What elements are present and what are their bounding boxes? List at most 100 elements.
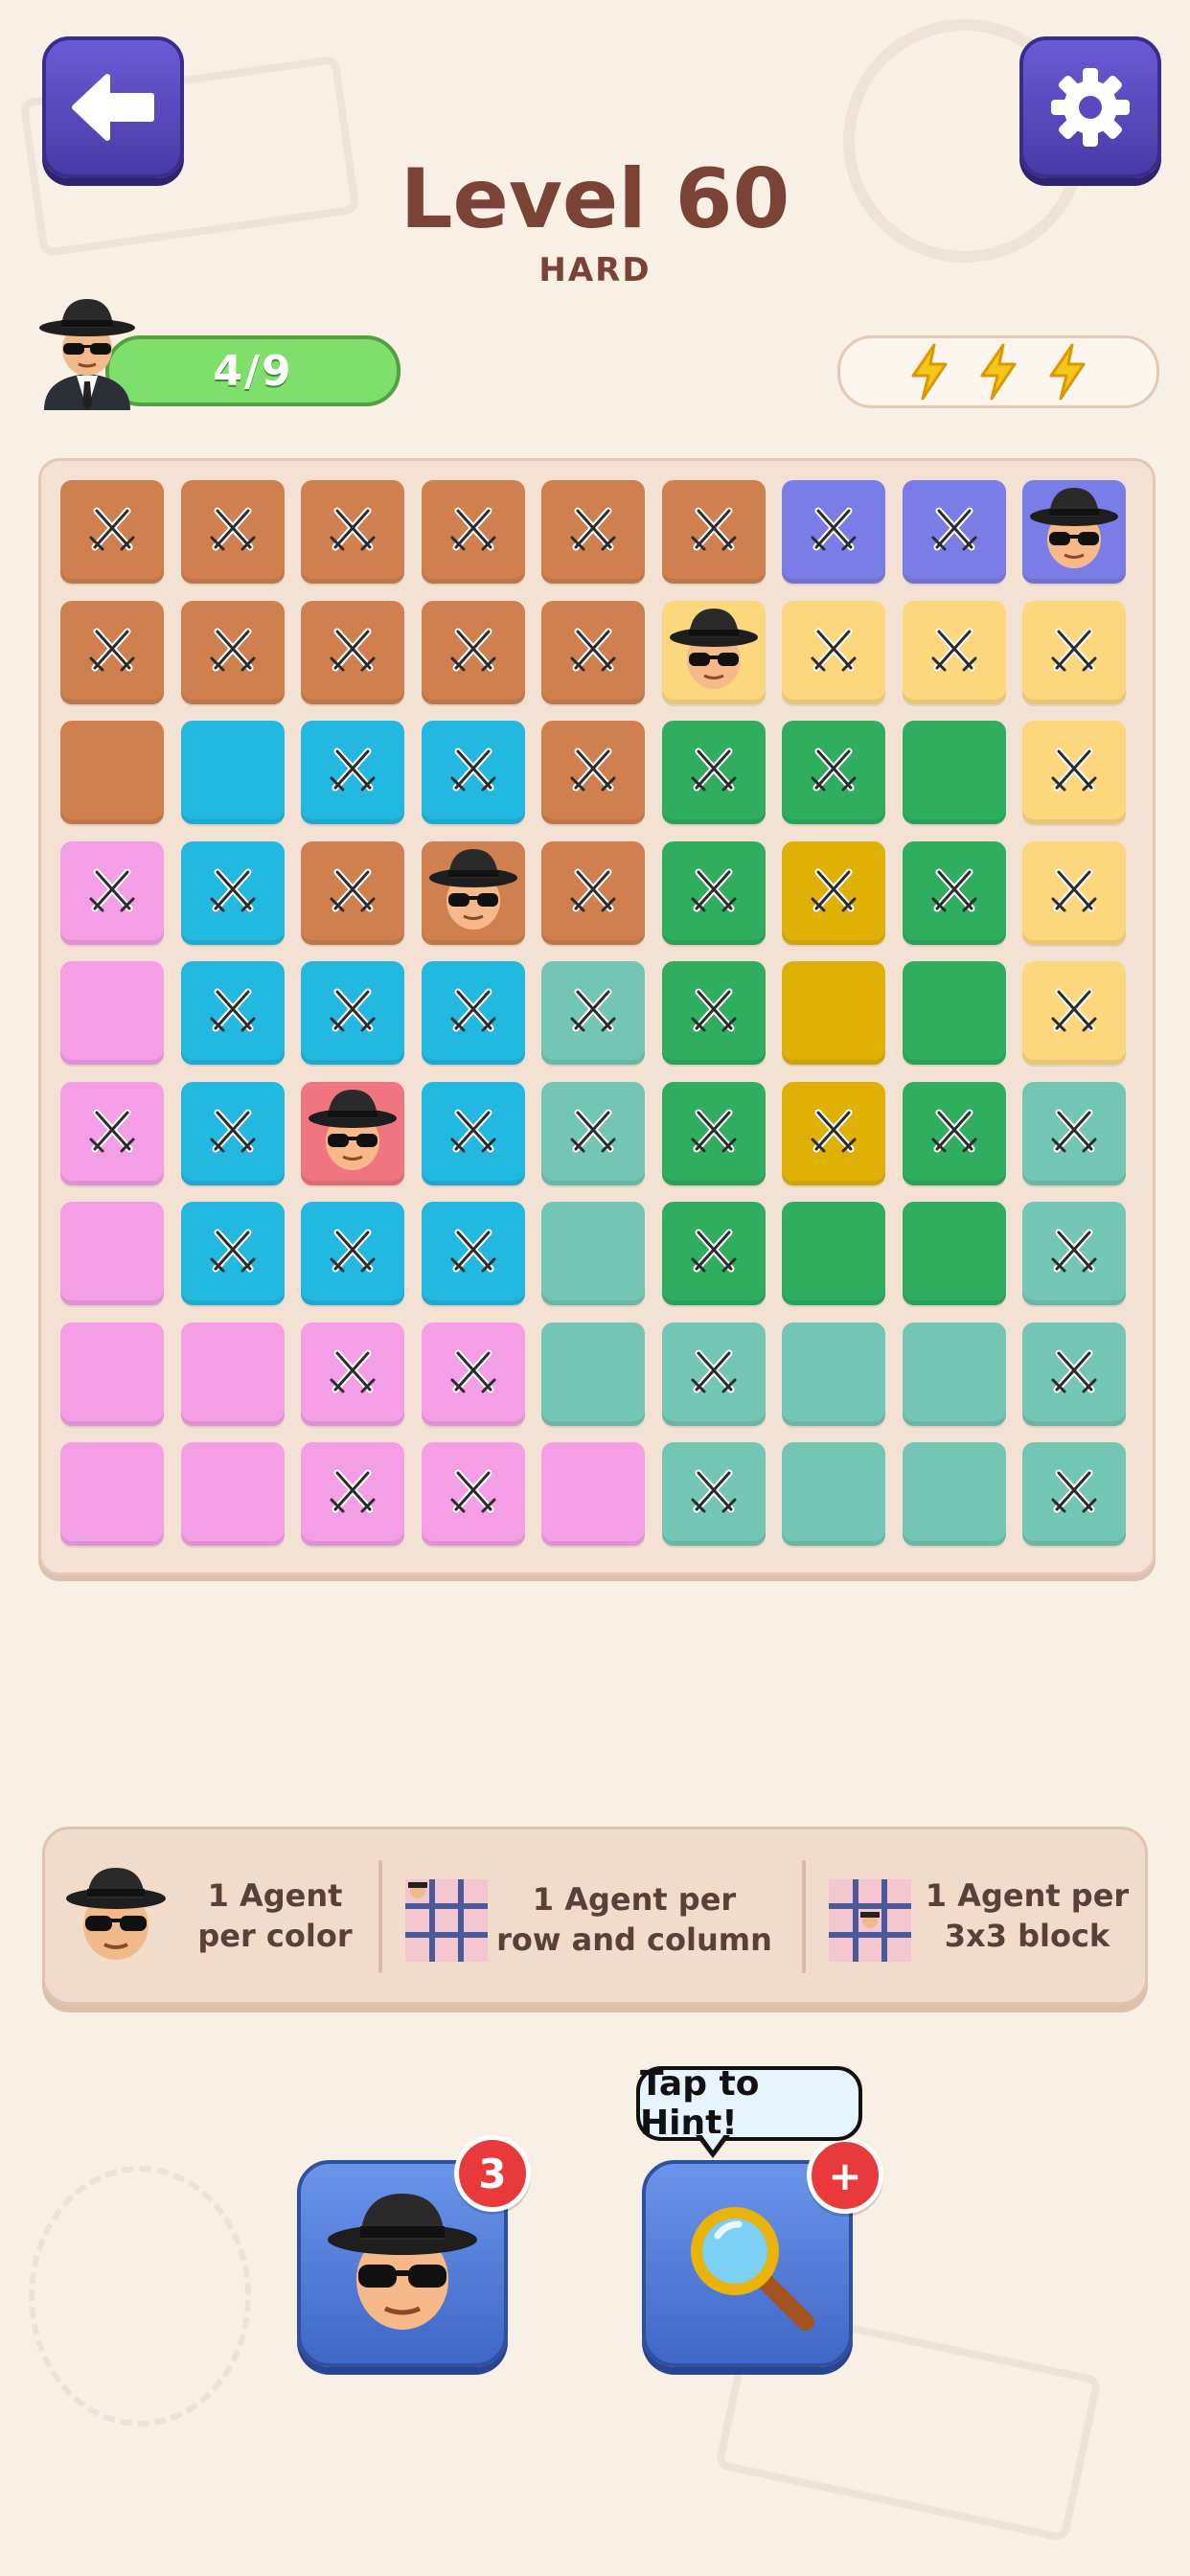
grid-cell[interactable] bbox=[301, 1202, 404, 1305]
grid-cell[interactable] bbox=[1022, 961, 1126, 1065]
grid-cell[interactable] bbox=[421, 721, 525, 824]
grid-cell[interactable] bbox=[661, 480, 766, 584]
gear-icon bbox=[1051, 68, 1130, 147]
grid-cell[interactable] bbox=[180, 480, 285, 584]
grid-cell[interactable] bbox=[301, 1081, 404, 1185]
grid-cell[interactable] bbox=[1022, 1081, 1126, 1185]
agent-icon bbox=[328, 2194, 477, 2330]
grid-cell[interactable] bbox=[661, 840, 766, 945]
grid-cell[interactable] bbox=[301, 1442, 404, 1546]
grid-cell[interactable] bbox=[60, 600, 164, 704]
grid-cell[interactable] bbox=[902, 1202, 1006, 1305]
grid-cell[interactable] bbox=[541, 721, 645, 824]
grid-cell[interactable] bbox=[421, 1322, 525, 1426]
grid-cell[interactable] bbox=[782, 840, 885, 945]
hint-tooltip: Tap to Hint! bbox=[636, 2064, 862, 2143]
grid-cell[interactable] bbox=[180, 1442, 285, 1546]
grid-cell[interactable] bbox=[902, 1442, 1006, 1546]
grid-cell[interactable] bbox=[180, 1081, 285, 1185]
grid-cell[interactable] bbox=[421, 480, 525, 584]
grid-cell[interactable] bbox=[421, 840, 525, 945]
crossed-swords-icon bbox=[683, 1461, 744, 1527]
grid-cell[interactable] bbox=[1022, 840, 1126, 945]
grid-cell[interactable] bbox=[661, 1322, 766, 1426]
grid-cell[interactable] bbox=[421, 1081, 525, 1185]
rule-line: 1 Agent bbox=[207, 1877, 343, 1914]
grid-cell[interactable] bbox=[541, 961, 645, 1065]
grid-cell[interactable] bbox=[180, 961, 285, 1065]
grid-cell[interactable] bbox=[1022, 600, 1126, 704]
grid-cell[interactable] bbox=[902, 721, 1006, 824]
grid-cell[interactable] bbox=[301, 840, 404, 945]
grid-cell[interactable] bbox=[60, 1322, 164, 1426]
grid-cell[interactable] bbox=[60, 1442, 164, 1546]
grid-cell[interactable] bbox=[661, 1202, 766, 1305]
grid-cell[interactable] bbox=[180, 600, 285, 704]
crossed-swords-icon bbox=[683, 861, 744, 926]
grid-cell[interactable] bbox=[421, 961, 525, 1065]
grid-cell[interactable] bbox=[60, 1202, 164, 1305]
grid-cell[interactable] bbox=[541, 840, 645, 945]
grid-cell[interactable] bbox=[661, 721, 766, 824]
grid-cell[interactable] bbox=[301, 1322, 404, 1426]
grid-cell[interactable] bbox=[421, 1442, 525, 1546]
grid-cell[interactable] bbox=[180, 721, 285, 824]
crossed-swords-icon bbox=[443, 740, 504, 805]
hint-tooltip-tail bbox=[700, 2133, 725, 2150]
grid-cell[interactable] bbox=[180, 1322, 285, 1426]
grid-cell[interactable] bbox=[1022, 721, 1126, 824]
grid-cell[interactable] bbox=[301, 961, 404, 1065]
grid-cell[interactable] bbox=[902, 961, 1006, 1065]
grid-cell[interactable] bbox=[60, 961, 164, 1065]
grid-cell[interactable] bbox=[60, 1081, 164, 1185]
grid-cell[interactable] bbox=[782, 1202, 885, 1305]
grid-cell[interactable] bbox=[902, 840, 1006, 945]
grid-cell[interactable] bbox=[301, 480, 404, 584]
grid-cell[interactable] bbox=[541, 1442, 645, 1546]
grid-cell[interactable] bbox=[782, 600, 885, 704]
grid-cell[interactable] bbox=[541, 1081, 645, 1185]
crossed-swords-icon bbox=[1043, 620, 1105, 685]
crossed-swords-icon bbox=[562, 980, 624, 1046]
grid-cell[interactable] bbox=[301, 600, 404, 704]
grid-cell[interactable] bbox=[782, 961, 885, 1065]
grid-cell[interactable] bbox=[902, 1322, 1006, 1426]
grid-cell[interactable] bbox=[661, 1081, 766, 1185]
lightning-icon bbox=[1049, 343, 1086, 401]
grid-cell[interactable] bbox=[1022, 1322, 1126, 1426]
crossed-swords-icon bbox=[924, 620, 985, 685]
grid-cell[interactable] bbox=[782, 1322, 885, 1426]
grid-cell[interactable] bbox=[301, 721, 404, 824]
crossed-swords-icon bbox=[683, 1342, 744, 1407]
grid-cell[interactable] bbox=[60, 480, 164, 584]
grid-cell[interactable] bbox=[782, 1081, 885, 1185]
grid-cell[interactable] bbox=[1022, 480, 1126, 584]
grid-cell[interactable] bbox=[180, 1202, 285, 1305]
hint-plus-badge[interactable]: + bbox=[807, 2137, 883, 2214]
crossed-swords-icon bbox=[322, 861, 383, 926]
crossed-swords-icon bbox=[202, 1101, 263, 1166]
grid-cell[interactable] bbox=[541, 1202, 645, 1305]
crossed-swords-icon bbox=[443, 980, 504, 1046]
grid-cell[interactable] bbox=[782, 480, 885, 584]
grid-cell[interactable] bbox=[661, 600, 766, 704]
grid-cell[interactable] bbox=[180, 840, 285, 945]
grid-cell[interactable] bbox=[661, 1442, 766, 1546]
grid-cell[interactable] bbox=[782, 721, 885, 824]
grid-cell[interactable] bbox=[60, 721, 164, 824]
grid-cell[interactable] bbox=[902, 1081, 1006, 1185]
grid-cell[interactable] bbox=[902, 480, 1006, 584]
grid-cell[interactable] bbox=[782, 1442, 885, 1546]
level-title: Level 60 bbox=[400, 151, 790, 247]
grid-cell[interactable] bbox=[1022, 1202, 1126, 1305]
grid-cell[interactable] bbox=[421, 600, 525, 704]
grid-cell[interactable] bbox=[902, 600, 1006, 704]
grid-cell[interactable] bbox=[541, 600, 645, 704]
grid-cell[interactable] bbox=[60, 840, 164, 945]
crossed-swords-icon bbox=[924, 1101, 985, 1166]
grid-cell[interactable] bbox=[541, 1322, 645, 1426]
grid-cell[interactable] bbox=[1022, 1442, 1126, 1546]
grid-cell[interactable] bbox=[541, 480, 645, 584]
grid-cell[interactable] bbox=[421, 1202, 525, 1305]
grid-cell[interactable] bbox=[661, 961, 766, 1065]
